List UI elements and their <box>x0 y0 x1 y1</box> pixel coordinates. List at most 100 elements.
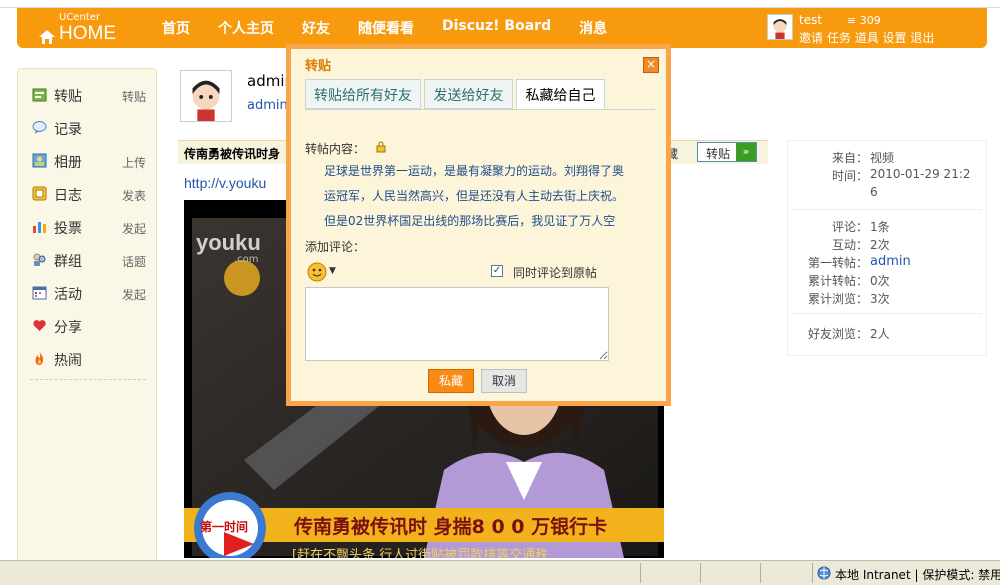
sidebar-item-blog[interactable]: 日志 发表 <box>30 184 150 204</box>
heart-share-icon <box>33 320 46 331</box>
emoticon-picker[interactable]: ▼ <box>305 261 339 283</box>
sidebar-item-album[interactable]: 相册 上传 <box>30 151 150 171</box>
info-key: 来自： <box>831 151 868 165</box>
sidebar-action-link[interactable]: 发起 <box>122 286 146 303</box>
content-line: 足球是世界第一运动，是最有凝聚力的运动。刘翔得了奥 <box>324 164 625 178</box>
security-zone[interactable]: 本地 Intranet | 保护模式: 禁用 <box>812 563 1000 583</box>
photo-album-icon <box>32 153 47 168</box>
info-value: 1条 <box>870 220 890 234</box>
private-save-button[interactable]: 私藏 <box>428 369 474 393</box>
info-key: 累计浏览： <box>807 292 868 306</box>
info-value: 2人 <box>870 327 890 341</box>
info-value: 2010-01-29 21:2 <box>870 167 971 181</box>
user-links: 邀请 任务 道具 设置 退出 <box>799 29 934 46</box>
top-header: UCenter HOME 首页 个人主页 好友 随便看看 Discuz! Boa… <box>17 8 987 48</box>
info-value: 0次 <box>870 274 890 288</box>
info-value: 2次 <box>870 238 890 252</box>
video-subcaption: [赶在不飘头条 行人过街贴被罚款排等交通秩 <box>292 548 549 558</box>
sidebar-item-label: 活动 <box>54 287 82 303</box>
nav-item-board[interactable]: Discuz! Board <box>442 18 551 38</box>
invite-link[interactable]: 邀请 <box>799 31 823 45</box>
post-info-panel: 来自： 视频 时间： 2010-01-29 21:2 6 评论： 1条 互动： … <box>787 140 987 356</box>
sidebar-item-label: 投票 <box>54 221 82 237</box>
info-value-cont: 6 <box>870 185 878 199</box>
sidebar-item-records[interactable]: 记录 <box>30 118 150 138</box>
logo-small-text: UCenter <box>59 12 100 23</box>
nav-item-home[interactable]: 首页 <box>162 18 190 38</box>
profile-link[interactable]: admin <box>247 98 288 113</box>
info-key: 互动： <box>831 238 868 252</box>
sidebar-divider <box>30 379 146 380</box>
tab-keep-private[interactable]: 私藏给自己 <box>516 79 605 109</box>
speech-bubble-icon <box>32 121 47 134</box>
app-sidebar: 转贴 转贴 记录 相册 上传 日志 发表 投票 发起 群组 话题 活动 发起 分… <box>17 68 157 568</box>
logout-link[interactable]: 退出 <box>910 31 934 45</box>
video-logo: youku <box>196 230 261 255</box>
post-url[interactable]: http://v.youku <box>184 175 266 191</box>
tab-share-all-friends[interactable]: 转贴给所有好友 <box>305 79 421 109</box>
props-link[interactable]: 道具 <box>855 31 879 45</box>
share-post-button[interactable]: 转贴 » <box>697 142 757 162</box>
nav-item-messages[interactable]: 消息 <box>579 18 607 38</box>
sidebar-item-share[interactable]: 分享 <box>30 316 150 336</box>
tab-underline <box>305 109 655 110</box>
sidebar-item-label: 热闹 <box>54 353 82 369</box>
sidebar-item-poll[interactable]: 投票 发起 <box>30 217 150 237</box>
video-caption: 传南勇被传讯时 身揣8 0 0 万银行卡 <box>294 516 608 538</box>
intranet-globe-icon <box>817 566 831 580</box>
tasks-link[interactable]: 任务 <box>827 31 851 45</box>
blog-icon <box>32 186 47 201</box>
user-name[interactable]: test <box>799 13 822 27</box>
sidebar-item-share-post[interactable]: 转贴 转贴 <box>30 85 150 105</box>
info-key: 时间： <box>831 169 868 183</box>
sidebar-item-label: 日志 <box>54 188 82 204</box>
sidebar-item-label: 分享 <box>54 320 82 336</box>
poll-chart-icon <box>33 222 46 233</box>
sync-comment-checkbox[interactable]: ✓ <box>491 265 503 277</box>
lock-icon <box>376 141 386 153</box>
first-poster-link[interactable]: admin <box>870 254 911 269</box>
sidebar-action-link[interactable]: 发表 <box>122 187 146 204</box>
logo-home-text: HOME <box>59 23 116 44</box>
calendar-icon <box>32 286 47 300</box>
close-icon[interactable]: × <box>643 57 659 73</box>
sidebar-item-events[interactable]: 活动 发起 <box>30 283 150 303</box>
cancel-button[interactable]: 取消 <box>481 369 527 393</box>
nav-item-profile[interactable]: 个人主页 <box>218 18 274 38</box>
smiley-icon <box>307 262 327 282</box>
user-panel: test ≡ 309 邀请 任务 道具 设置 退出 <box>767 12 982 46</box>
repost-dialog: 转贴 × 转贴给所有好友 发送给好友 私藏给自己 转帖内容： 足球是世界第一运动… <box>286 44 671 406</box>
comment-label: 添加评论： <box>305 240 366 254</box>
user-avatar[interactable] <box>767 14 793 40</box>
info-value: 3次 <box>870 292 890 306</box>
info-key: 好友浏览： <box>807 327 868 341</box>
status-segment <box>640 563 641 583</box>
sidebar-item-label: 记录 <box>54 122 82 138</box>
post-title: 传南勇被传讯时身 <box>184 147 281 161</box>
chevron-down-icon: ▼ <box>329 266 336 276</box>
profile-avatar[interactable] <box>180 70 232 122</box>
status-segment <box>760 563 761 583</box>
browser-status-bar: 本地 Intranet | 保护模式: 禁用 <box>0 560 1000 585</box>
tab-send-to-friend[interactable]: 发送给好友 <box>424 79 513 109</box>
sidebar-action-link[interactable]: 发起 <box>122 220 146 237</box>
credit-icon: ≡ <box>847 14 860 27</box>
sidebar-item-label: 相册 <box>54 155 82 171</box>
sidebar-item-label: 群组 <box>54 254 82 270</box>
sidebar-action-link[interactable]: 上传 <box>122 154 146 171</box>
info-key: 累计转帖： <box>807 274 868 288</box>
video-badge: 第一时间 <box>200 520 249 534</box>
sidebar-item-groups[interactable]: 群组 话题 <box>30 250 150 270</box>
sidebar-action-link[interactable]: 话题 <box>122 253 146 270</box>
nav-item-browse[interactable]: 随便看看 <box>358 18 414 38</box>
nav-item-friends[interactable]: 好友 <box>302 18 330 38</box>
info-key: 第一转帖： <box>807 256 868 270</box>
fire-icon <box>35 352 44 365</box>
sidebar-action-link[interactable]: 转贴 <box>122 88 146 105</box>
sidebar-item-hot[interactable]: 热闹 <box>30 349 150 369</box>
comment-textarea[interactable] <box>305 287 609 361</box>
info-key: 评论： <box>831 220 868 234</box>
share-post-button-label: 转贴 <box>706 147 731 161</box>
info-divider <box>794 313 982 314</box>
settings-link[interactable]: 设置 <box>883 31 907 45</box>
